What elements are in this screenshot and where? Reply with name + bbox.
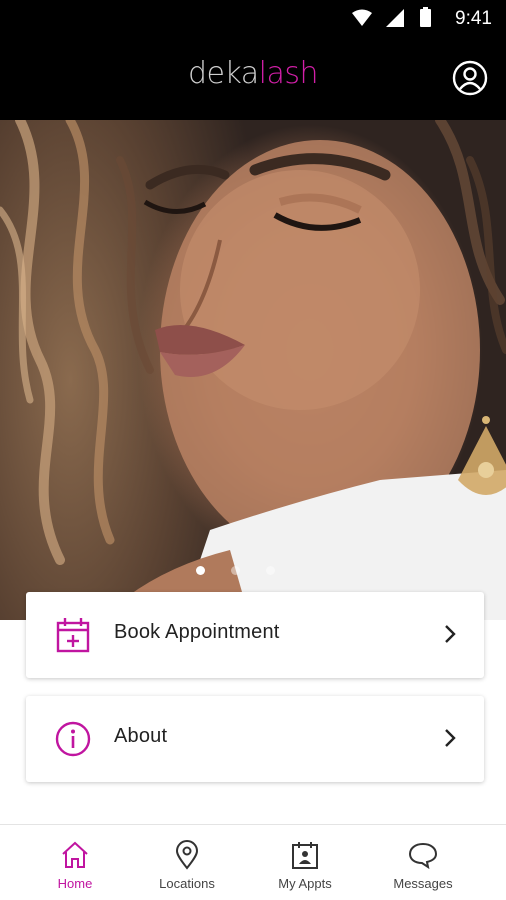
nav-locations-label: Locations (159, 876, 215, 891)
book-appointment-label: Book Appointment (114, 621, 280, 643)
location-pin-icon (175, 840, 199, 870)
about-label: About (114, 725, 168, 747)
nav-home-label: Home (57, 876, 93, 891)
nav-locations[interactable]: Locations (124, 825, 250, 900)
hero-image[interactable] (0, 120, 506, 620)
cellular-signal-icon (386, 9, 404, 27)
nav-messages[interactable]: Messages (360, 825, 486, 900)
logo-text-deka: deka (187, 56, 259, 91)
calendar-plus-icon (56, 618, 90, 653)
home-icon (62, 841, 88, 868)
status-time: 9:41 (455, 8, 492, 29)
logo-text-lash: lash (258, 56, 319, 91)
wifi-icon (352, 9, 372, 26)
carousel-dot-1[interactable] (196, 566, 205, 575)
chat-bubble-icon (408, 842, 438, 870)
bottom-navigation: Home Locations My Appts Messages (0, 824, 506, 900)
carousel-indicator (0, 563, 506, 577)
hero-portrait-illustration (0, 120, 506, 620)
carousel-dot-3[interactable] (266, 566, 275, 575)
chevron-right-icon (445, 729, 456, 747)
carousel-dot-2[interactable] (231, 566, 240, 575)
status-bar: 9:41 (0, 0, 506, 38)
book-appointment-card[interactable]: Book Appointment (26, 592, 484, 678)
nav-home[interactable]: Home (12, 825, 138, 900)
chevron-right-icon (445, 625, 456, 643)
battery-icon (420, 7, 431, 27)
user-circle-icon[interactable] (452, 60, 488, 96)
about-card[interactable]: About (26, 696, 484, 782)
brand-logo: dekalash (0, 56, 506, 91)
info-icon (55, 721, 91, 757)
calendar-person-icon (292, 842, 318, 869)
nav-my-appts[interactable]: My Appts (242, 825, 368, 900)
nav-my-appts-label: My Appts (278, 876, 332, 891)
app-header: dekalash (0, 38, 506, 120)
nav-messages-label: Messages (393, 876, 453, 891)
